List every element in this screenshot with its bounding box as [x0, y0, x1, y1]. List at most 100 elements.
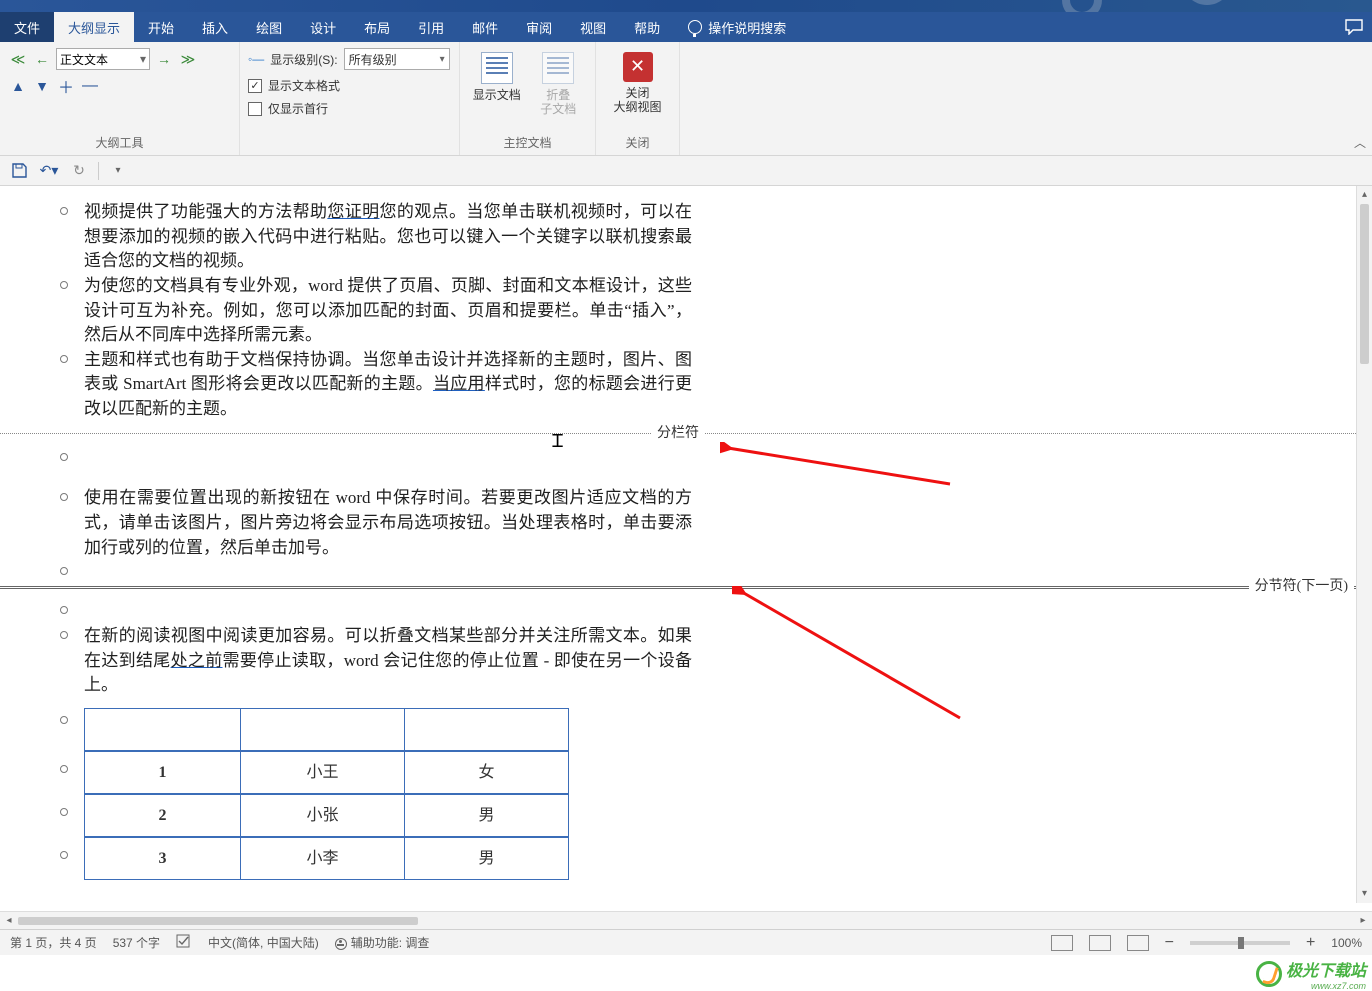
save-icon[interactable] — [8, 160, 30, 182]
tab-mail[interactable]: 邮件 — [458, 12, 512, 42]
promote-to-heading1-icon[interactable]: ≪ — [8, 48, 28, 70]
document-area[interactable]: 视频提供了功能强大的方法帮助您证明您的观点。当您单击联机视频时，可以在想要添加的… — [0, 186, 1356, 903]
spellcheck-icon[interactable] — [176, 933, 192, 952]
tab-outline[interactable]: 大纲显示 — [54, 12, 134, 42]
tab-layout[interactable]: 布局 — [350, 12, 404, 42]
tab-insert[interactable]: 插入 — [188, 12, 242, 42]
zoom-out-button[interactable]: − — [1165, 934, 1174, 952]
outline-bullet — [60, 453, 68, 461]
paragraph-empty[interactable] — [84, 446, 692, 471]
outline-bullet — [60, 281, 68, 289]
table-cell[interactable]: 1 — [85, 751, 241, 793]
page-indicator[interactable]: 第 1 页，共 4 页 — [10, 934, 97, 951]
table-cell[interactable] — [85, 708, 241, 750]
tab-draw[interactable]: 绘图 — [242, 12, 296, 42]
table-cell[interactable] — [405, 708, 569, 750]
scroll-thumb[interactable] — [1360, 204, 1369, 364]
comment-icon — [1345, 19, 1363, 35]
scroll-left-icon[interactable]: ◂ — [0, 915, 18, 926]
show-level-select[interactable]: 所有级别 ▾ — [344, 48, 450, 70]
paragraph[interactable]: 使用在需要位置出现的新按钮在 word 中保存时间。若要更改图片适应文档的方式，… — [84, 486, 692, 560]
table-cell[interactable]: 小张 — [241, 794, 405, 836]
group-label-close: 关闭 — [604, 132, 671, 153]
move-up-icon[interactable]: ▲ — [8, 75, 28, 97]
tab-file[interactable]: 文件 — [0, 12, 54, 42]
scroll-down-icon[interactable]: ▾ — [1357, 885, 1372, 903]
qat-customize-icon[interactable]: ▾ — [107, 160, 129, 182]
collapse-subdoc-button: 折叠 子文档 — [530, 46, 588, 132]
outline-bullet — [60, 716, 68, 724]
column-break: 分栏符 — [0, 424, 1356, 444]
promote-icon[interactable]: ← — [32, 48, 52, 70]
quick-access-toolbar: ↶▾ ↻ ▾ — [0, 156, 1372, 186]
table-cell[interactable]: 小李 — [241, 837, 405, 879]
column-break-label: 分栏符 — [651, 424, 705, 444]
zoom-value[interactable]: 100% — [1331, 936, 1362, 950]
close-outline-button[interactable]: ✕ 关闭 大纲视图 — [604, 46, 671, 115]
group-close: ✕ 关闭 大纲视图 关闭 — [596, 42, 680, 155]
ribbon-collapse-button[interactable]: ︿ — [1354, 134, 1366, 151]
read-mode-icon[interactable] — [1051, 935, 1073, 951]
print-layout-icon[interactable] — [1089, 935, 1111, 951]
word-count[interactable]: 537 个字 — [113, 934, 160, 951]
table-row[interactable]: 3小李男 — [84, 837, 569, 880]
tell-me[interactable]: 操作说明搜索 — [674, 12, 800, 42]
subdoc-icon — [542, 52, 574, 84]
outline-bullet — [60, 851, 68, 859]
outline-bullet — [60, 808, 68, 816]
collapse-icon[interactable]: — — [80, 77, 100, 95]
show-text-format-checkbox[interactable]: ✓ — [248, 79, 262, 93]
undo-icon[interactable]: ↶▾ — [38, 160, 60, 182]
collapse-subdoc-label: 折叠 子文档 — [540, 88, 576, 117]
demote-to-body-icon[interactable]: ≫ — [178, 48, 198, 70]
outline-bullet — [60, 567, 68, 575]
table-cell[interactable]: 2 — [85, 794, 241, 836]
vertical-scrollbar[interactable]: ▴▾ — [1356, 186, 1372, 903]
table-cell[interactable]: 小王 — [241, 751, 405, 793]
paragraph[interactable]: 为使您的文档具有专业外观，word 提供了页眉、页脚、封面和文本框设计，这些设计… — [84, 274, 692, 348]
horizontal-scrollbar[interactable]: ◂▸ — [0, 911, 1372, 929]
paragraph-empty[interactable] — [84, 599, 692, 624]
zoom-in-button[interactable]: + — [1306, 934, 1315, 952]
accessibility-indicator[interactable]: 辅助功能: 调查 — [335, 934, 430, 951]
comments-button[interactable] — [1336, 12, 1372, 42]
tab-ref[interactable]: 引用 — [404, 12, 458, 42]
zoom-slider[interactable] — [1190, 941, 1290, 945]
language-indicator[interactable]: 中文(简体, 中国大陆) — [208, 934, 319, 951]
tab-design[interactable]: 设计 — [296, 12, 350, 42]
section-break: 分节符(下一页) — [0, 577, 1356, 597]
outline-bullet — [60, 631, 68, 639]
tell-me-label: 操作说明搜索 — [708, 18, 786, 37]
table-row[interactable]: 2小张男 — [84, 794, 569, 837]
document-table[interactable] — [84, 708, 569, 751]
tab-review[interactable]: 审阅 — [512, 12, 566, 42]
scroll-up-icon[interactable]: ▴ — [1357, 186, 1372, 204]
outline-level-select[interactable]: 正文文本 ▾ — [56, 48, 150, 70]
table-cell[interactable]: 男 — [405, 837, 569, 879]
web-layout-icon[interactable] — [1127, 935, 1149, 951]
table-cell[interactable]: 3 — [85, 837, 241, 879]
paragraph[interactable]: 主题和样式也有助于文档保持协调。当您单击设计并选择新的主题时，图片、图表或 Sm… — [84, 348, 692, 422]
move-down-icon[interactable]: ▼ — [32, 75, 52, 97]
redo-icon[interactable]: ↻ — [68, 160, 90, 182]
scroll-thumb[interactable] — [18, 917, 418, 925]
tab-view[interactable]: 视图 — [566, 12, 620, 42]
table-row[interactable]: 1小王女 — [84, 751, 569, 794]
paragraph[interactable]: 视频提供了功能强大的方法帮助您证明您的观点。当您单击联机视频时，可以在想要添加的… — [84, 200, 692, 274]
table-cell[interactable]: 女 — [405, 751, 569, 793]
chevron-down-icon: ▾ — [440, 54, 445, 65]
tab-home[interactable]: 开始 — [134, 12, 188, 42]
table-cell[interactable]: 男 — [405, 794, 569, 836]
first-line-only-checkbox[interactable] — [248, 102, 262, 116]
demote-icon[interactable]: → — [154, 48, 174, 70]
tab-help[interactable]: 帮助 — [620, 12, 674, 42]
title-bar — [0, 0, 1372, 12]
show-level-value: 所有级别 — [349, 51, 397, 68]
show-level-icon: ◦— — [248, 52, 264, 66]
show-document-button[interactable]: 显示文档 — [468, 46, 526, 132]
paragraph-empty[interactable] — [84, 560, 692, 566]
expand-icon[interactable]: ＋ — [56, 74, 76, 98]
table-cell[interactable] — [241, 708, 405, 750]
scroll-right-icon[interactable]: ▸ — [1354, 915, 1372, 926]
paragraph[interactable]: 在新的阅读视图中阅读更加容易。可以折叠文档某些部分并关注所需文本。如果在达到结尾… — [84, 624, 692, 698]
